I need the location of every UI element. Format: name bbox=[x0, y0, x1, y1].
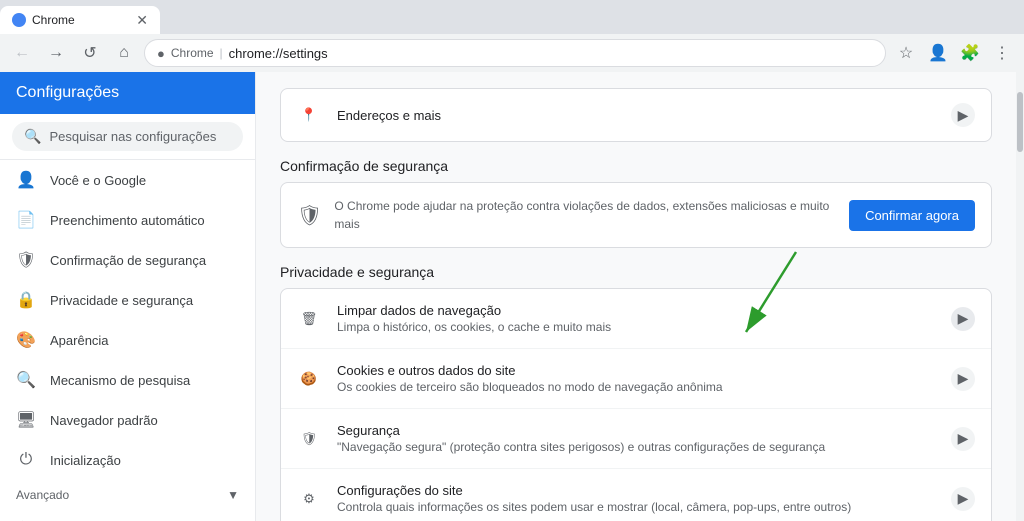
tab-bar: Chrome ✕ bbox=[0, 0, 1024, 34]
sidebar-header: Configurações bbox=[0, 72, 255, 114]
cookies-arrow-icon: ▶ bbox=[951, 367, 975, 391]
sidebar-label-aparencia: Aparência bbox=[50, 333, 109, 348]
clear-data-title: Limpar dados de navegação bbox=[337, 303, 951, 318]
navigation-bar: ← → ↺ ⌂ ● Chrome | chrome://settings ☆ 👤… bbox=[0, 34, 1024, 72]
privacy-section-title: Privacidade e segurança bbox=[280, 264, 992, 280]
advanced-label: Avançado bbox=[16, 488, 69, 502]
address-bar[interactable]: ● Chrome | chrome://settings bbox=[144, 39, 886, 67]
site-settings-content: Configurações do site Controla quais inf… bbox=[337, 483, 951, 514]
clear-data-subtitle: Limpa o histórico, os cookies, o cache e… bbox=[337, 320, 951, 334]
site-settings-subtitle: Controla quais informações os sites pode… bbox=[337, 500, 951, 514]
profile-icon[interactable]: 👤 bbox=[924, 39, 952, 67]
scrollbar-thumb[interactable] bbox=[1017, 92, 1023, 152]
trash-icon: 🗑 bbox=[297, 307, 321, 331]
person-icon: 👤 bbox=[16, 170, 36, 190]
autofill-icon: 📄 bbox=[16, 210, 36, 230]
addresses-title: Endereços e mais bbox=[337, 108, 951, 123]
sidebar-label-mecanismo: Mecanismo de pesquisa bbox=[50, 373, 190, 388]
sidebar-item-voce[interactable]: 👤 Você e o Google bbox=[0, 160, 255, 200]
sidebar-advanced[interactable]: Avançado ▼ bbox=[0, 480, 255, 510]
security-content: Segurança "Navegação segura" (proteção c… bbox=[337, 423, 951, 454]
chevron-down-icon: ▼ bbox=[227, 488, 239, 502]
sidebar-label-confirmacao: Confirmação de segurança bbox=[50, 253, 206, 268]
address-text: chrome://settings bbox=[229, 46, 873, 61]
site-settings-title: Configurações do site bbox=[337, 483, 951, 498]
location-icon: 📍 bbox=[297, 103, 321, 127]
cookies-subtitle: Os cookies de terceiro são bloqueados no… bbox=[337, 380, 951, 394]
sidebar-item-inicializacao[interactable]: ⏻ Inicialização bbox=[0, 440, 255, 480]
appearance-icon: 🎨 bbox=[16, 330, 36, 350]
power-icon: ⏻ bbox=[16, 450, 36, 470]
sidebar: Configurações 🔍 Pesquisar nas configuraç… bbox=[0, 72, 256, 521]
back-button[interactable]: ← bbox=[8, 39, 36, 67]
cookies-content: Cookies e outros dados do site Os cookie… bbox=[337, 363, 951, 394]
browser-frame: Chrome ✕ ← → ↺ ⌂ ● Chrome | chrome://set… bbox=[0, 0, 1024, 521]
address-brand: Chrome bbox=[171, 46, 214, 60]
sidebar-item-aparencia[interactable]: 🎨 Aparência bbox=[0, 320, 255, 360]
sidebar-item-mecanismo[interactable]: 🔍 Mecanismo de pesquisa bbox=[0, 360, 255, 400]
cookies-title: Cookies e outros dados do site bbox=[337, 363, 951, 378]
privacy-card: 🗑 Limpar dados de navegação Limpa o hist… bbox=[280, 288, 992, 521]
sidebar-item-navegador[interactable]: 🖥 Navegador padrão bbox=[0, 400, 255, 440]
address-separator: | bbox=[220, 46, 223, 60]
search-icon: 🔍 bbox=[16, 370, 36, 390]
clear-data-arrow-icon: ▶ bbox=[951, 307, 975, 331]
site-settings-row[interactable]: ⚙ Configurações do site Controla quais i… bbox=[281, 469, 991, 521]
addresses-arrow-icon: ▶ bbox=[951, 103, 975, 127]
sidebar-search-icon: 🔍 bbox=[24, 128, 41, 145]
sidebar-item-preenchimento[interactable]: 📄 Preenchimento automático bbox=[0, 200, 255, 240]
main-content: 📍 Endereços e mais ▶ Confirmação de segu… bbox=[256, 72, 1016, 521]
sidebar-label-voce: Você e o Google bbox=[50, 173, 146, 188]
security-row-title: Segurança bbox=[337, 423, 951, 438]
sidebar-item-extensoes[interactable]: 🔌 Extensões ↗ bbox=[0, 510, 255, 521]
security-card: 🛡 O Chrome pode ajudar na proteção contr… bbox=[280, 182, 992, 248]
tab-favicon bbox=[12, 13, 26, 27]
cookies-row[interactable]: 🍪 Cookies e outros dados do site Os cook… bbox=[281, 349, 991, 409]
security-section-title: Confirmação de segurança bbox=[280, 158, 992, 174]
clear-data-content: Limpar dados de navegação Limpa o histór… bbox=[337, 303, 951, 334]
addresses-content: Endereços e mais bbox=[337, 108, 951, 123]
sidebar-label-privacidade: Privacidade e segurança bbox=[50, 293, 193, 308]
nav-actions: ☆ 👤 🧩 ⋮ bbox=[892, 39, 1016, 67]
sidebar-search-input[interactable]: Pesquisar nas configurações bbox=[49, 129, 216, 144]
security-shield-icon: 🛡 bbox=[297, 203, 322, 228]
forward-button[interactable]: → bbox=[42, 39, 70, 67]
address-secure-icon: ● bbox=[157, 46, 165, 61]
reload-button[interactable]: ↺ bbox=[76, 39, 104, 67]
browser-top: Chrome ✕ ← → ↺ ⌂ ● Chrome | chrome://set… bbox=[0, 0, 1024, 72]
security-description: O Chrome pode ajudar na proteção contra … bbox=[334, 197, 837, 233]
security-row-icon: 🛡 bbox=[297, 427, 321, 451]
sidebar-label-navegador: Navegador padrão bbox=[50, 413, 158, 428]
security-row-subtitle: "Navegação segura" (proteção contra site… bbox=[337, 440, 951, 454]
bookmarks-icon[interactable]: ☆ bbox=[892, 39, 920, 67]
security-arrow-icon: ▶ bbox=[951, 427, 975, 451]
scrollbar[interactable] bbox=[1016, 72, 1024, 521]
content-area: Configurações 🔍 Pesquisar nas configuraç… bbox=[0, 72, 1024, 521]
clear-data-row[interactable]: 🗑 Limpar dados de navegação Limpa o hist… bbox=[281, 289, 991, 349]
sidebar-label-inicializacao: Inicialização bbox=[50, 453, 121, 468]
tab-title: Chrome bbox=[32, 13, 130, 27]
confirm-now-button[interactable]: Confirmar agora bbox=[849, 200, 975, 231]
addresses-card: 📍 Endereços e mais ▶ bbox=[280, 88, 992, 142]
sidebar-search[interactable]: 🔍 Pesquisar nas configurações bbox=[0, 114, 255, 160]
puzzle-icon[interactable]: 🧩 bbox=[956, 39, 984, 67]
addresses-row[interactable]: 📍 Endereços e mais ▶ bbox=[281, 89, 991, 141]
sidebar-item-confirmacao[interactable]: 🛡 Confirmação de segurança bbox=[0, 240, 255, 280]
home-button[interactable]: ⌂ bbox=[110, 39, 138, 67]
lock-icon: 🔒 bbox=[16, 290, 36, 310]
shield-icon: 🛡 bbox=[16, 250, 36, 270]
browser-tab[interactable]: Chrome ✕ bbox=[0, 6, 160, 34]
site-settings-icon: ⚙ bbox=[297, 487, 321, 511]
tab-close-icon[interactable]: ✕ bbox=[136, 12, 148, 29]
site-settings-arrow-icon: ▶ bbox=[951, 487, 975, 511]
browser-icon: 🖥 bbox=[16, 410, 36, 430]
settings-icon[interactable]: ⋮ bbox=[988, 39, 1016, 67]
sidebar-item-privacidade[interactable]: 🔒 Privacidade e segurança bbox=[0, 280, 255, 320]
security-row[interactable]: 🛡 Segurança "Navegação segura" (proteção… bbox=[281, 409, 991, 469]
sidebar-label-preenchimento: Preenchimento automático bbox=[50, 213, 205, 228]
cookie-icon: 🍪 bbox=[297, 367, 321, 391]
